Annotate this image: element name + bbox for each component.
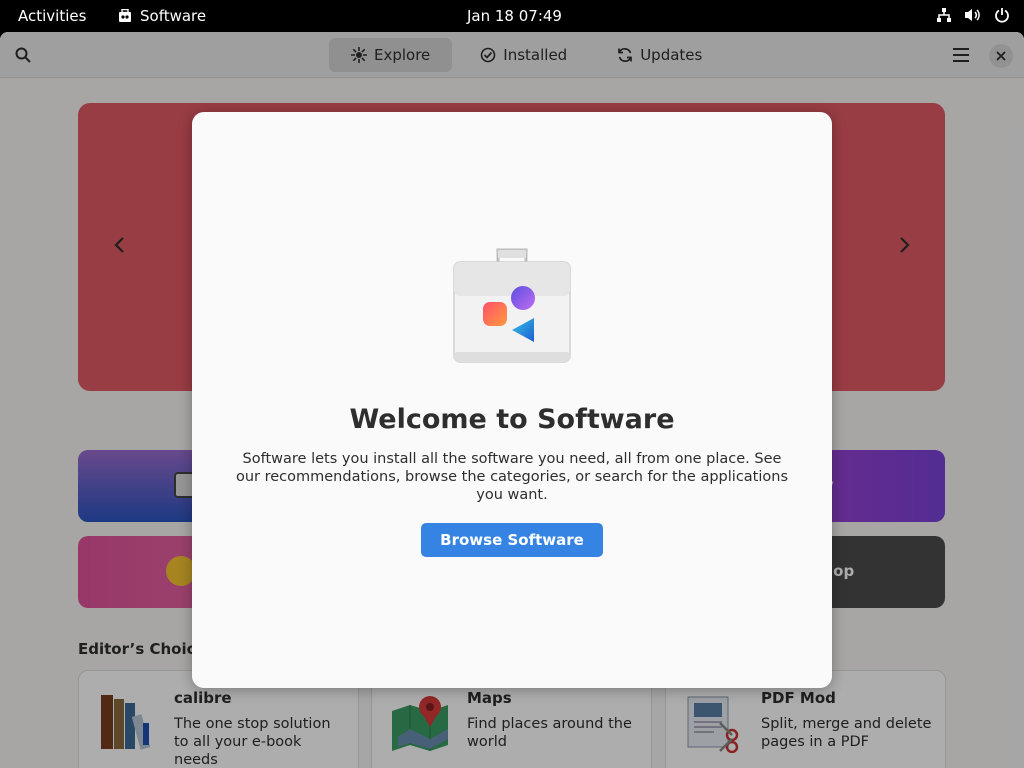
app-menu-label: Software	[140, 7, 207, 25]
clock[interactable]: Jan 18 07:49	[467, 7, 562, 25]
software-bag-icon	[119, 9, 131, 22]
system-tray[interactable]	[936, 7, 1010, 23]
network-icon	[937, 8, 951, 22]
volume-icon	[965, 9, 980, 21]
power-icon	[995, 8, 1009, 23]
activities-button[interactable]: Activities	[18, 7, 86, 25]
top-bar: Activities Software Jan 18 07:49	[0, 0, 1024, 32]
welcome-dialog: Welcome to Software Software lets you in…	[192, 112, 832, 688]
software-window: Explore Installed Updates y lop Edito	[0, 32, 1024, 768]
app-menu[interactable]: Software	[118, 7, 206, 25]
dialog-body: Software lets you install all the softwa…	[235, 451, 789, 503]
browse-software-button[interactable]: Browse Software	[421, 523, 603, 557]
software-logo-icon	[453, 248, 571, 363]
dialog-title: Welcome to Software	[349, 404, 675, 435]
